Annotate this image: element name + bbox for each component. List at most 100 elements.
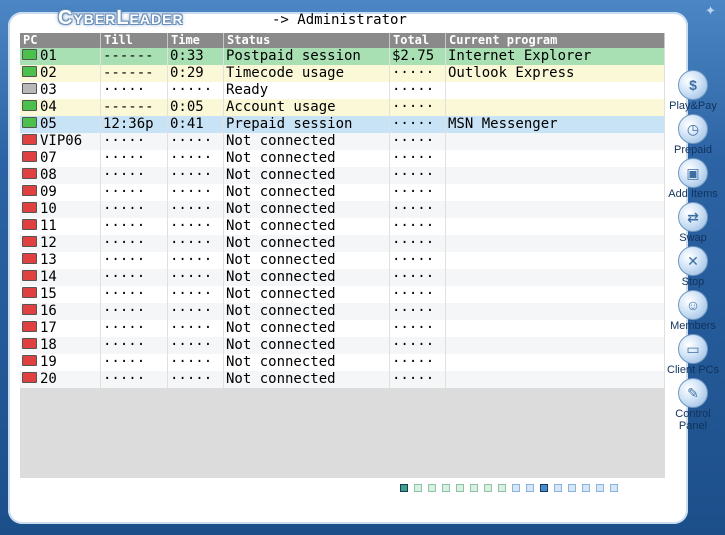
total-cell: ····· <box>390 337 446 354</box>
pc-cell: 18 <box>20 337 101 354</box>
page-dot[interactable] <box>428 484 436 492</box>
pc-name: 20 <box>40 371 57 387</box>
table-row[interactable]: 04 ------ 0:05 Account usage ····· <box>20 99 665 116</box>
time-cell: ····· <box>168 337 224 354</box>
members-button[interactable]: ☺ Members <box>663 290 723 334</box>
table-row[interactable]: 05 12:36p 0:41 Prepaid session ····· MSN Mess… <box>20 116 665 133</box>
table-row[interactable]: 17 ····· ····· Not connected ····· <box>20 320 665 337</box>
status-cell: Postpaid session <box>224 48 390 65</box>
time-cell: ····· <box>168 235 224 252</box>
corner-logo-icon: ✦ <box>705 4 716 19</box>
table-row[interactable]: 20 ····· ····· Not connected ····· <box>20 371 665 388</box>
total-cell: ····· <box>390 320 446 337</box>
pc-status-icon <box>22 355 37 366</box>
column-header-pc[interactable]: PC <box>20 33 101 48</box>
current-program-cell: Internet Explorer <box>446 48 665 65</box>
till-cell: ····· <box>101 218 168 235</box>
pc-cell: 04 <box>20 99 101 116</box>
till-cell: ------ <box>101 99 168 116</box>
table-row[interactable]: 09 ····· ····· Not connected ····· <box>20 184 665 201</box>
pc-cell: 17 <box>20 320 101 337</box>
column-header-till[interactable]: Till <box>101 33 168 48</box>
table-row[interactable]: 10 ····· ····· Not connected ····· <box>20 201 665 218</box>
page-dot[interactable] <box>498 484 506 492</box>
pc-name: 10 <box>40 201 57 217</box>
till-cell: ------ <box>101 48 168 65</box>
page-dot[interactable] <box>414 484 422 492</box>
till-cell: ····· <box>101 235 168 252</box>
column-header-total[interactable]: Total <box>390 33 446 48</box>
play-pay-button[interactable]: $ Play&Pay <box>663 70 723 114</box>
page-dot[interactable] <box>512 484 520 492</box>
total-cell: ····· <box>390 150 446 167</box>
add-items-button[interactable]: ▣ Add Items <box>663 158 723 202</box>
pc-status-icon <box>22 338 37 349</box>
current-program-cell <box>446 235 665 252</box>
table-row[interactable]: 08 ····· ····· Not connected ····· <box>20 167 665 184</box>
table-row[interactable]: 02 ------ 0:29 Timecode usage ····· Outlook E… <box>20 65 665 82</box>
page-dot[interactable] <box>470 484 478 492</box>
swap-button[interactable]: ⇄ Swap <box>663 202 723 246</box>
pc-name: 18 <box>40 337 57 353</box>
total-cell: ····· <box>390 269 446 286</box>
page-dot[interactable] <box>568 484 576 492</box>
action-sidebar: $ Play&Pay ◷ Prepaid ▣ Add Items ⇄ Swap ✕ Stop ☺ Me… <box>663 70 723 432</box>
current-program-cell <box>446 303 665 320</box>
pc-cell: 03 <box>20 82 101 99</box>
table-row[interactable]: 15 ····· ····· Not connected ····· <box>20 286 665 303</box>
table-row[interactable]: 11 ····· ····· Not connected ····· <box>20 218 665 235</box>
table-row[interactable]: 13 ····· ····· Not connected ····· <box>20 252 665 269</box>
table-row[interactable]: 14 ····· ····· Not connected ····· <box>20 269 665 286</box>
page-dot[interactable] <box>554 484 562 492</box>
pc-name: 03 <box>40 82 57 98</box>
status-cell: Not connected <box>224 167 390 184</box>
status-cell: Not connected <box>224 133 390 150</box>
current-program-cell <box>446 269 665 286</box>
table-row[interactable]: 07 ····· ····· Not connected ····· <box>20 150 665 167</box>
pc-name: 01 <box>40 48 57 64</box>
table-row[interactable]: 19 ····· ····· Not connected ····· <box>20 354 665 371</box>
stop-button[interactable]: ✕ Stop <box>663 246 723 290</box>
till-cell: ····· <box>101 354 168 371</box>
current-program-cell: MSN Messenger <box>446 116 665 133</box>
current-program-cell <box>446 150 665 167</box>
current-program-cell <box>446 99 665 116</box>
column-header-current-program[interactable]: Current program <box>446 33 665 48</box>
current-program-cell <box>446 371 665 388</box>
page-dot[interactable] <box>400 484 408 492</box>
table-row[interactable]: 01 ------ 0:33 Postpaid session $2.75 Interne… <box>20 48 665 65</box>
page-indicator <box>400 484 618 492</box>
time-cell: ····· <box>168 320 224 337</box>
table-row[interactable]: 16 ····· ····· Not connected ····· <box>20 303 665 320</box>
table-row[interactable]: VIP06 ····· ····· Not connected ····· <box>20 133 665 150</box>
status-cell: Not connected <box>224 303 390 320</box>
column-header-status[interactable]: Status <box>224 33 390 48</box>
current-program-cell <box>446 286 665 303</box>
swap-label: Swap <box>679 232 707 244</box>
page-dot[interactable] <box>456 484 464 492</box>
control-panel-button[interactable]: ✎ Control Panel <box>663 378 723 432</box>
prepaid-label: Prepaid <box>674 144 712 156</box>
current-program-cell <box>446 354 665 371</box>
page-dot[interactable] <box>596 484 604 492</box>
page-dot[interactable] <box>484 484 492 492</box>
table-body: 01 ------ 0:33 Postpaid session $2.75 Interne… <box>20 48 665 388</box>
page-dot[interactable] <box>526 484 534 492</box>
page-dot[interactable] <box>540 484 548 492</box>
table-row[interactable]: 18 ····· ····· Not connected ····· <box>20 337 665 354</box>
page-dot[interactable] <box>610 484 618 492</box>
page-dot[interactable] <box>442 484 450 492</box>
client-pcs-button[interactable]: ▭ Client PCs <box>663 334 723 378</box>
pc-status-icon <box>22 134 37 145</box>
column-header-time[interactable]: Time <box>168 33 224 48</box>
current-user-label: -> Administrator <box>272 12 407 28</box>
prepaid-button[interactable]: ◷ Prepaid <box>663 114 723 158</box>
table-row[interactable]: 03 ····· ····· Ready ····· <box>20 82 665 99</box>
page-dot[interactable] <box>582 484 590 492</box>
pc-status-icon <box>22 372 37 383</box>
table-row[interactable]: 12 ····· ····· Not connected ····· <box>20 235 665 252</box>
till-cell: ····· <box>101 252 168 269</box>
members-icon: ☺ <box>678 290 708 320</box>
status-cell: Timecode usage <box>224 65 390 82</box>
add-items-label: Add Items <box>668 188 718 200</box>
